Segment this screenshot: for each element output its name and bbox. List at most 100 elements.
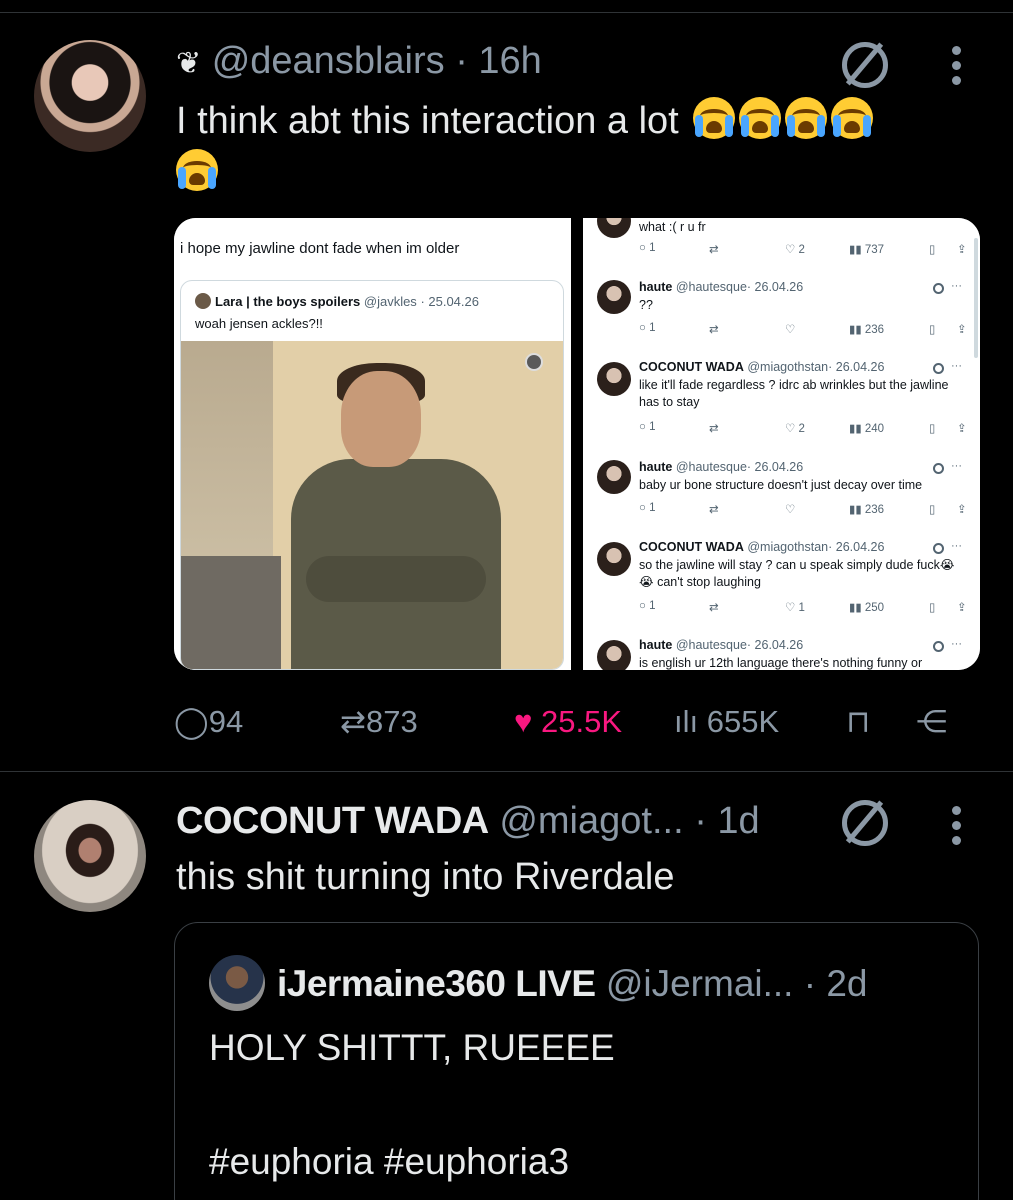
more-options-icon: ···	[951, 280, 962, 292]
bookmark-icon: ⊓	[846, 704, 871, 739]
repost-icon: ⇄	[709, 423, 719, 435]
avatar	[597, 460, 631, 494]
bookmark-button[interactable]: ⊓	[846, 704, 870, 740]
crying-emoji-icon	[739, 97, 782, 139]
reply-icon: ○ 1	[639, 600, 656, 612]
avatar	[597, 640, 631, 670]
reply-icon: ○ 1	[639, 421, 656, 433]
more-options-icon: ···	[951, 540, 962, 552]
repost-icon: ⇄	[709, 244, 719, 256]
crying-emoji-icon	[176, 149, 218, 191]
tweet-header: ❦ @deansblairs · 16h	[176, 40, 542, 82]
grok-icon[interactable]	[842, 42, 888, 88]
media-image-left[interactable]: i hope my jawline dont fade when im olde…	[174, 218, 571, 670]
share-icon: ⇪	[957, 504, 967, 516]
tweet-text: I think abt this interaction a lot	[176, 95, 996, 199]
like-button[interactable]: ♥ 25.5K	[514, 704, 622, 740]
bow-icon: ❦	[176, 47, 202, 80]
tweet-time[interactable]: 16h	[478, 40, 541, 82]
quoted-tweet-card: Lara | the boys spoilers @javkles · 25.0…	[180, 280, 564, 670]
repost-icon: ⇄	[709, 504, 719, 516]
heart-icon: ♡	[785, 324, 796, 336]
more-options-icon: ···	[951, 360, 962, 372]
share-button[interactable]: ⋲	[916, 704, 947, 740]
quote-hashtags[interactable]: #euphoria #euphoria3	[209, 1141, 569, 1183]
heart-icon: ♡ 2	[785, 244, 805, 256]
views-icon: ▮▮ 250	[849, 602, 885, 614]
tweet-time[interactable]: 1d	[717, 800, 759, 842]
tweet-time: 2d	[826, 963, 868, 1004]
quoted-text: woah jensen ackles?!!	[195, 316, 323, 331]
grok-icon	[933, 641, 944, 652]
share-icon: ⇪	[957, 423, 967, 435]
screenshot-caption: i hope my jawline dont fade when im olde…	[180, 240, 460, 257]
more-options-icon: ···	[951, 638, 962, 650]
reply-icon: ○ 1	[639, 322, 656, 334]
grok-icon	[933, 543, 944, 554]
display-name: iJermaine360 LIVE	[277, 963, 596, 1004]
bookmark-icon: ▯	[929, 244, 936, 256]
share-icon: ⇪	[957, 244, 967, 256]
gif-badge-icon	[525, 353, 543, 371]
photo	[181, 341, 563, 669]
user-handle: @iJermai...	[605, 963, 794, 1004]
bookmark-icon: ▯	[929, 324, 936, 336]
display-name[interactable]: COCONUT WADA	[176, 800, 489, 842]
more-options-icon[interactable]	[952, 46, 962, 91]
user-handle[interactable]: @deansblairs	[212, 40, 445, 82]
media-grid[interactable]: i hope my jawline dont fade when im olde…	[174, 218, 980, 670]
reply-icon: ○ 1	[639, 242, 656, 254]
reply-actions: ○ 1 ⇄ ♡ 2 ▮▮ 737 ▯ ⇪	[639, 242, 974, 258]
reply-icon: ◯	[174, 704, 209, 739]
avatar	[597, 218, 631, 238]
quoted-header: Lara | the boys spoilers @javkles · 25.0…	[195, 293, 479, 309]
quote-header: iJermaine360 LIVE @iJermai... · 2d	[277, 963, 868, 1004]
avatar[interactable]	[34, 40, 146, 152]
avatar	[597, 542, 631, 576]
grok-icon[interactable]	[842, 800, 888, 846]
views-icon: ▮▮ 236	[849, 504, 885, 516]
repost-icon: ⇄	[709, 324, 719, 336]
media-image-right[interactable]: what :( r u fr ○ 1 ⇄ ♡ 2 ▮▮ 737 ▯ ⇪ haut…	[583, 218, 980, 670]
heart-icon: ♡ 2	[785, 423, 805, 435]
views-icon: ▮▮ 737	[849, 244, 885, 256]
more-options-icon[interactable]	[952, 806, 962, 851]
avatar[interactable]	[34, 800, 146, 912]
tweet-header: COCONUT WADA @miagot... · 1d	[176, 800, 760, 842]
tweet-divider	[0, 771, 1013, 772]
user-handle[interactable]: @miagot...	[499, 800, 683, 842]
views-icon: ▮▮ 240	[849, 423, 885, 435]
quote-text: HOLY SHITTT, RUEEEE	[209, 1027, 615, 1068]
grok-icon	[933, 363, 944, 374]
grok-icon	[933, 283, 944, 294]
bookmark-icon: ▯	[929, 602, 936, 614]
grok-icon	[933, 463, 944, 474]
top-divider	[0, 12, 1013, 13]
share-icon: ⇪	[957, 602, 967, 614]
more-options-icon: ···	[951, 460, 962, 472]
views-icon: ▮▮ 236	[849, 324, 885, 336]
reply-icon: ○ 1	[639, 502, 656, 514]
crying-emoji-icon	[693, 97, 736, 139]
tweet-text: this shit turning into Riverdale	[176, 856, 675, 898]
repost-icon: ⇄	[709, 602, 719, 614]
share-icon: ⇪	[957, 324, 967, 336]
repost-button[interactable]: ⇄873	[340, 704, 418, 740]
avatar	[597, 362, 631, 396]
bookmark-icon: ▯	[929, 423, 936, 435]
reply-button[interactable]: ◯94	[174, 704, 243, 740]
bookmark-icon: ▯	[929, 504, 936, 516]
avatar	[195, 293, 211, 309]
crying-emoji-icon	[785, 97, 828, 139]
views-button[interactable]: ılı 655K	[674, 704, 779, 740]
heart-icon: ♡ 1	[785, 602, 805, 614]
quote-tweet-card[interactable]: iJermaine360 LIVE @iJermai... · 2d HOLY …	[174, 922, 979, 1200]
repost-icon: ⇄	[340, 704, 366, 739]
avatar	[209, 955, 265, 1011]
avatar	[597, 280, 631, 314]
tweet-actions: ◯94 ⇄873 ♥ 25.5K ılı 655K ⊓ ⋲	[174, 700, 974, 746]
share-icon: ⋲	[916, 704, 947, 739]
heart-icon: ♡	[785, 504, 796, 516]
heart-icon: ♥	[514, 704, 533, 739]
views-icon: ılı	[674, 704, 699, 739]
